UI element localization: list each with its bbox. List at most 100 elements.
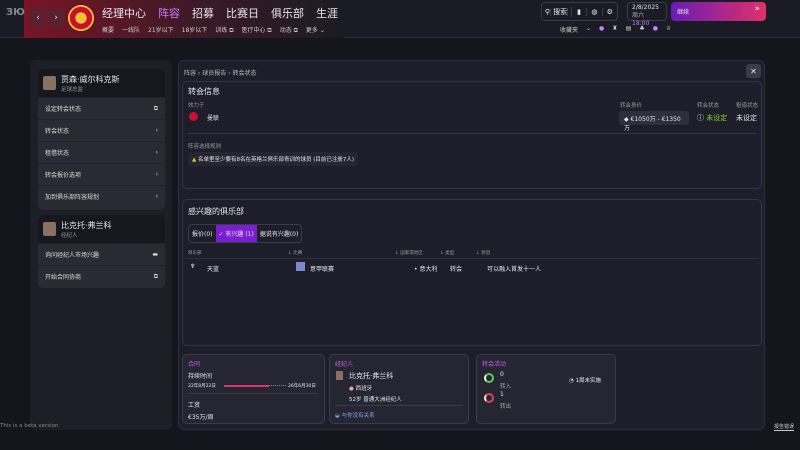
wage-label: 工资 <box>188 402 201 409</box>
note-text: 1周未实施 <box>575 378 602 384</box>
chevron-right-icon: › <box>155 127 158 134</box>
notification-icon[interactable]: ● <box>653 25 658 34</box>
menu-squad-planning[interactable]: 加到俱乐部阵容规划 › <box>38 185 165 207</box>
people-icon[interactable]: ♣ <box>639 25 644 34</box>
col-reason[interactable]: ↓ 原因 <box>476 250 490 256</box>
club-crest <box>68 5 94 31</box>
relation-icon: ◒ <box>335 413 340 419</box>
agent-desc: 52岁 普通大洲经纪人 <box>349 397 402 403</box>
agent-name[interactable]: 比克托·弗兰科 <box>349 371 393 381</box>
menu-label: 转会状态 <box>45 128 70 135</box>
transfer-status: ⓘ 未设定 <box>697 113 727 123</box>
breadcrumb-item[interactable]: 阵容 <box>184 70 196 77</box>
menu-label: 询问经纪人市场兴趣 <box>45 252 100 259</box>
divider <box>186 258 758 259</box>
agent-info-card: 经纪人 比克托·弗兰科 ● 西班牙 52岁 普通大洲经纪人 ◒ 与你没有关系 <box>329 354 469 424</box>
subnav-item[interactable]: 医疗中心 ⧉ <box>242 25 272 35</box>
double-chevron-icon: » <box>754 4 760 14</box>
forward-button[interactable]: › <box>48 8 64 28</box>
contract-progress <box>224 384 269 387</box>
close-button[interactable]: ✕ <box>746 64 761 78</box>
menu-label: 租借状态 <box>45 150 70 157</box>
card-title: 经纪人 <box>335 361 354 368</box>
type-cell: 转会 <box>450 266 463 273</box>
col-label: 国家或地区 <box>400 251 423 256</box>
contract-track <box>224 384 286 387</box>
director-card: 贾森·威尔科克斯 足球总监 设定转会状态 ⧉ 转会状态 › 租借状态 › 转会报价选项 ›… <box>38 69 165 210</box>
contract-end: 26年6月30日 <box>288 384 316 389</box>
menu-loan-status[interactable]: 租借状态 › <box>38 141 165 163</box>
transfer-out-icon <box>484 393 494 403</box>
game-date: 2/8/2025 周六 18:00 <box>627 2 667 27</box>
gear-icon[interactable]: ⚙ <box>603 8 617 16</box>
league-cell[interactable]: 意甲联赛 <box>310 264 334 273</box>
nav-career[interactable]: 生涯 <box>316 5 338 21</box>
menu-offer-options[interactable]: 转会报价选项 › <box>38 163 165 185</box>
beta-notice: This is a beta version <box>0 423 59 429</box>
menu-start-negotiation[interactable]: 开始合同协商 ⧉ <box>38 265 165 287</box>
continue-button[interactable]: 继续 » <box>671 2 766 21</box>
back-button[interactable]: ‹ <box>30 8 46 28</box>
chat-icon[interactable]: ● <box>599 25 604 34</box>
nav-club[interactable]: 俱乐部 <box>271 5 304 21</box>
report-bug-link[interactable]: 报告错误 <box>774 423 795 431</box>
club-cell[interactable]: 天蓝 <box>207 264 219 273</box>
avatar <box>43 76 56 90</box>
transfer-info-section <box>182 81 762 189</box>
trophy-icon[interactable]: ♕ <box>666 25 671 34</box>
nav-squad[interactable]: 阵容 <box>158 5 180 21</box>
menu-transfer-status[interactable]: 转会状态 › <box>38 119 165 141</box>
bookmark-icon[interactable]: ▮ <box>572 7 588 16</box>
notes-icon[interactable]: ◍ <box>587 7 603 16</box>
favorites-dropdown[interactable]: 收藏夹 <box>560 25 578 34</box>
table-row[interactable]: ♆ 天蓝 意甲联赛 • 意大利 转会 可以融入首发十一人 <box>186 260 758 275</box>
avatar <box>43 222 56 236</box>
col-club[interactable]: 俱乐部 <box>188 250 202 256</box>
subnav-item[interactable]: 更多 ⌄ <box>306 25 325 35</box>
relation-text: 与你没有关系 <box>341 413 375 419</box>
divider <box>188 133 756 134</box>
search-button[interactable]: ⚲ 搜索 <box>542 6 572 17</box>
nav-matchday[interactable]: 比赛日 <box>226 5 259 21</box>
person-role: 足球总监 <box>61 86 84 93</box>
breadcrumb-item[interactable]: 球员报告 <box>202 70 226 77</box>
divider <box>188 393 318 394</box>
tab-interested[interactable]: ✓ 有兴趣 (1) <box>215 225 257 242</box>
subnav-item[interactable]: 18岁以下 <box>182 25 208 35</box>
person-role: 经纪人 <box>61 232 78 239</box>
menu-ask-agent[interactable]: 询问经纪人市场兴趣 ▬ <box>38 243 165 265</box>
shirt-icon[interactable]: ♜ <box>612 25 617 34</box>
clock-icon: ◔ <box>569 378 574 384</box>
nav-manager[interactable]: 经理中心 <box>102 5 146 21</box>
menu-set-transfer-status[interactable]: 设定转会状态 ⧉ <box>38 97 165 119</box>
club-name[interactable]: 曼联 <box>207 113 219 122</box>
out-label: 转出 <box>500 404 512 410</box>
date-text: 2/8/2025 <box>632 4 659 11</box>
subnav-item[interactable]: 训练 ⧉ <box>215 25 233 35</box>
subnav-item[interactable]: 21岁以下 <box>148 25 174 35</box>
person-name: 比克托·弗兰科 <box>61 220 112 230</box>
nav-recruit[interactable]: 招募 <box>192 5 214 21</box>
tab-offers[interactable]: 报价(0) <box>189 225 215 242</box>
country-text: 意大利 <box>419 266 438 273</box>
col-league[interactable]: ↓ 比赛 <box>288 250 302 256</box>
tab-rumored[interactable]: 据说有兴趣(0) <box>257 225 301 242</box>
col-type[interactable]: ↓ 类型 <box>440 250 454 256</box>
person-name: 贾森·威尔科克斯 <box>61 74 120 84</box>
subnav-item[interactable]: 动态 ⧉ <box>280 25 298 35</box>
rule-text: 名单里至少要有8名在英格兰俱乐部青训的球员 (目前已注册7人) <box>197 157 355 163</box>
subnav-item[interactable]: 概要 <box>102 25 114 35</box>
status-value: 未设定 <box>706 114 728 122</box>
col-label: 类型 <box>445 251 455 256</box>
col-label: 原因 <box>481 251 491 256</box>
menu-label: 转会报价选项 <box>45 172 82 179</box>
main-nav: 经理中心 阵容 招募 比赛日 俱乐部 生涯 <box>102 5 338 21</box>
search-label: 搜索 <box>553 7 569 16</box>
clipboard-icon[interactable]: ▤ <box>626 25 632 34</box>
contract-card: 合同 持续时间 22年8月22日 26年6月30日 工资 €35万/周 <box>182 354 325 424</box>
subnav-item[interactable]: 一线队 <box>122 25 140 35</box>
duration-label: 持续时间 <box>188 373 213 380</box>
close-icon: ✕ <box>750 66 757 76</box>
col-country[interactable]: ↓ 国家或地区 <box>395 250 423 256</box>
weekday: 周六 <box>632 12 645 19</box>
